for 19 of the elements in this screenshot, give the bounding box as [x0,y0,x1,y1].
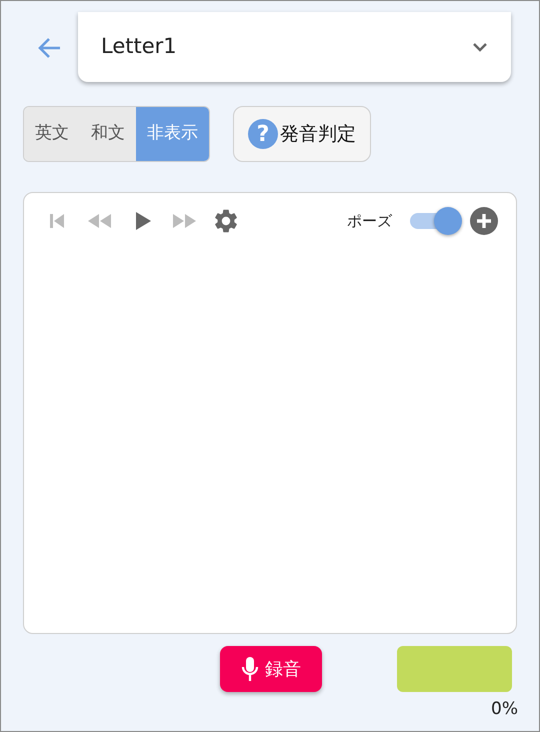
pause-label: ポーズ [347,210,392,232]
title-text: Letter1 [101,33,177,60]
display-mode-tab[interactable]: 和文 [80,107,136,161]
help-icon: ? [248,119,278,149]
rewind-icon[interactable] [86,212,112,230]
record-button[interactable]: 録音 [220,646,322,692]
play-icon[interactable] [134,211,152,231]
pronunciation-check-button[interactable]: ? 発音判定 [233,106,371,162]
score-percent: 0% [491,698,518,721]
settings-icon[interactable] [212,207,240,235]
microphone-icon [241,656,259,682]
title-dropdown[interactable]: Letter1 [78,12,511,82]
add-icon[interactable] [470,207,498,235]
display-mode-tab[interactable]: 英文 [24,107,80,161]
pause-toggle[interactable] [408,207,462,235]
back-icon[interactable] [36,36,62,60]
skip-start-icon[interactable] [48,212,66,230]
fast-forward-icon[interactable] [172,212,198,230]
chevron-down-icon [472,42,488,52]
